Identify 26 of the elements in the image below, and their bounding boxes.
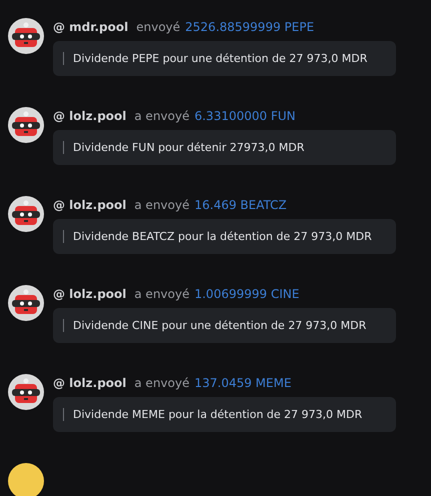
- author-name[interactable]: @ lolz.pool: [53, 287, 126, 301]
- sent-label: envoyé: [136, 20, 180, 34]
- sent-label: a envoyé: [134, 376, 190, 390]
- dividend-note: Dividende CINE pour une détention de 27 973,0 MDR: [63, 319, 366, 332]
- robot-avatar-icon: [8, 285, 44, 321]
- dividend-note: Dividende PEPE pour une détention de 27 973,0 MDR: [63, 52, 368, 65]
- amount-text: 2526.88599999 PEPE: [185, 20, 314, 34]
- sent-label: a envoyé: [134, 287, 190, 301]
- robot-avatar-icon: [8, 18, 44, 54]
- author-name[interactable]: @ mdr.pool: [53, 20, 128, 34]
- amount-text: 1.00699999 CINE: [194, 287, 300, 301]
- amount-text: 6.33100000 FUN: [194, 109, 296, 123]
- dividend-note: Dividende BEATCZ pour la détention de 27 973,0 MDR: [63, 230, 372, 243]
- amount-text: 16.469 BEATCZ: [194, 198, 287, 212]
- amount-text: 137.0459 MEME: [194, 376, 292, 390]
- dividend-note: Dividende FUN pour détenir 27973,0 MDR: [63, 141, 304, 154]
- robot-avatar-icon: [8, 107, 44, 143]
- author-name[interactable]: @ lolz.pool: [53, 198, 126, 212]
- author-name[interactable]: @ lolz.pool: [53, 109, 126, 123]
- avatar-icon: [8, 463, 44, 496]
- author-name[interactable]: @ lolz.pool: [53, 376, 126, 390]
- sent-label: a envoyé: [134, 109, 190, 123]
- robot-avatar-icon: [8, 374, 44, 410]
- robot-avatar-icon: [8, 196, 44, 232]
- sent-label: a envoyé: [134, 198, 190, 212]
- dividend-note: Dividende MEME pour la détention de 27 973,0 MDR: [63, 408, 362, 421]
